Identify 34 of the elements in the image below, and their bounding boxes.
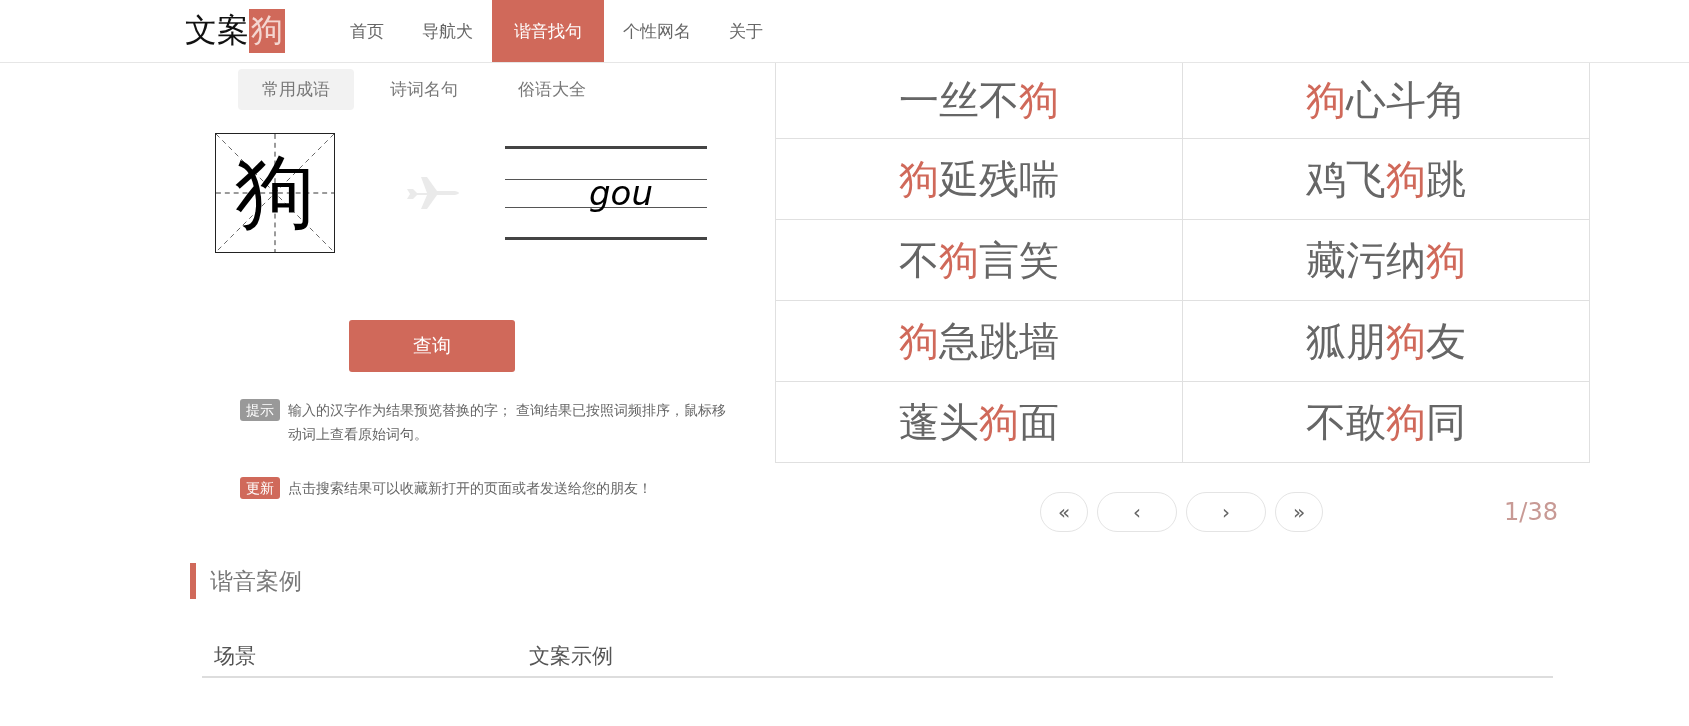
column-header: 文案示例	[528, 643, 613, 670]
site-logo[interactable]: 文案狗	[185, 0, 285, 62]
page-button[interactable]: ‹	[1097, 492, 1177, 532]
nav-tab[interactable]: 导航犬	[403, 0, 492, 62]
note-text: 点击搜索结果可以收藏新打开的页面或者发送给您的朋友！	[288, 479, 652, 498]
page-button[interactable]: »	[1275, 492, 1323, 532]
column-header: 场景	[213, 643, 257, 670]
page-counter: 1/38	[1504, 498, 1558, 526]
category-tab[interactable]: 诗词名句	[366, 69, 482, 110]
note-badge: 更新	[240, 477, 280, 499]
pinyin-lines: gou	[505, 146, 707, 240]
result-idiom[interactable]: 一丝不狗	[776, 63, 1183, 138]
result-idiom[interactable]: 不敢狗同	[1183, 381, 1590, 462]
result-idiom[interactable]: 鸡飞狗跳	[1183, 138, 1590, 219]
nav-tab[interactable]: 个性网名	[604, 0, 710, 62]
page-button[interactable]: ›	[1186, 492, 1266, 532]
result-idiom[interactable]: 狐朋狗友	[1183, 300, 1590, 381]
query-button[interactable]: 查询	[349, 320, 515, 372]
character-grid-field[interactable]: 狗	[215, 133, 335, 253]
result-idiom[interactable]: 藏污纳狗	[1183, 219, 1590, 300]
nav-tab[interactable]: 关于	[710, 0, 782, 62]
nav-tab[interactable]: 首页	[331, 0, 403, 62]
category-tab[interactable]: 常用成语	[238, 69, 354, 110]
note-text: 输入的汉字作为结果预览替换的字； 查询结果已按照词频排序，鼠标移动词上查看原始词句。	[288, 401, 728, 444]
result-idiom[interactable]: 不狗言笑	[776, 219, 1183, 300]
section-title: 谐音案例	[190, 563, 1553, 599]
result-idiom[interactable]: 狗心斗角	[1183, 63, 1590, 138]
result-idiom[interactable]: 蓬头狗面	[776, 381, 1183, 462]
note-badge: 提示	[240, 399, 280, 421]
page-button[interactable]: «	[1040, 492, 1088, 532]
nav-tab[interactable]: 谐音找句	[492, 0, 604, 62]
result-idiom[interactable]: 狗急跳墙	[776, 300, 1183, 381]
category-tab[interactable]: 俗语大全	[494, 69, 610, 110]
result-idiom[interactable]: 狗延残喘	[776, 138, 1183, 219]
